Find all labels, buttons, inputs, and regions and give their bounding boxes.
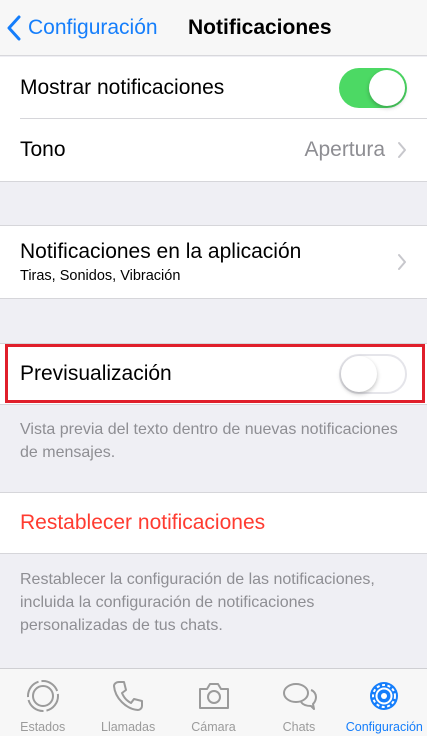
chevron-right-icon [398, 254, 406, 270]
gear-icon [370, 682, 399, 710]
chats-icon [282, 683, 317, 710]
show-notifications-row: Mostrar notificaciones [0, 57, 427, 119]
tab-label: Estados [20, 720, 66, 734]
tab-label: Llamadas [101, 720, 156, 734]
reset-footer: Restablecer la configuración de las noti… [20, 571, 375, 634]
in-app-group: Notificaciones en la aplicación Tiras, S… [0, 225, 427, 299]
tab-bar: Estados Llamadas Cámara Chats Configurac… [0, 668, 427, 736]
page-title: Notificaciones [188, 16, 332, 39]
in-app-notifications-label: Notificaciones en la aplicación [20, 240, 302, 263]
chevron-left-icon [7, 15, 21, 41]
preview-toggle[interactable] [339, 354, 407, 394]
preview-row: Previsualización [0, 344, 427, 404]
reset-group: Restablecer notificaciones [0, 492, 427, 554]
tab-chats[interactable]: Chats [256, 669, 341, 736]
tab-llamadas[interactable]: Llamadas [85, 669, 170, 736]
reset-notifications-label: Restablecer notificaciones [20, 511, 266, 534]
show-notifications-toggle[interactable] [339, 68, 407, 108]
show-notifications-label: Mostrar notificaciones [20, 76, 225, 99]
camera-icon [198, 683, 229, 709]
reset-notifications-button[interactable]: Restablecer notificaciones [0, 493, 427, 553]
preview-group: Previsualización [0, 343, 427, 405]
tab-estados[interactable]: Estados [0, 669, 85, 736]
tab-configuracion[interactable]: Configuración [342, 669, 427, 736]
in-app-notifications-subtitle: Tiras, Sonidos, Vibración [20, 268, 181, 284]
chevron-right-icon [398, 142, 406, 158]
tab-label: Configuración [345, 720, 423, 734]
back-button[interactable]: Configuración [6, 0, 158, 56]
preview-label: Previsualización [20, 362, 172, 385]
status-icon [26, 680, 59, 712]
toggle-knob [369, 70, 405, 106]
tab-label: Chats [282, 720, 316, 734]
in-app-notifications-row[interactable]: Notificaciones en la aplicación Tiras, S… [0, 226, 427, 298]
toggle-knob [341, 356, 377, 392]
tone-label: Tono [20, 138, 66, 161]
notifications-group: Mostrar notificaciones Tono Apertura [0, 57, 427, 182]
tab-label: Cámara [191, 720, 236, 734]
back-button-label: Configuración [28, 16, 158, 39]
tone-value: Apertura [304, 138, 385, 161]
preview-footer: Vista previa del texto dentro de nuevas … [20, 421, 398, 461]
tone-row[interactable]: Tono Apertura [0, 119, 427, 181]
tab-camara[interactable]: Cámara [171, 669, 256, 736]
phone-icon [113, 681, 144, 711]
navigation-bar: Configuración Notificaciones [0, 0, 427, 56]
